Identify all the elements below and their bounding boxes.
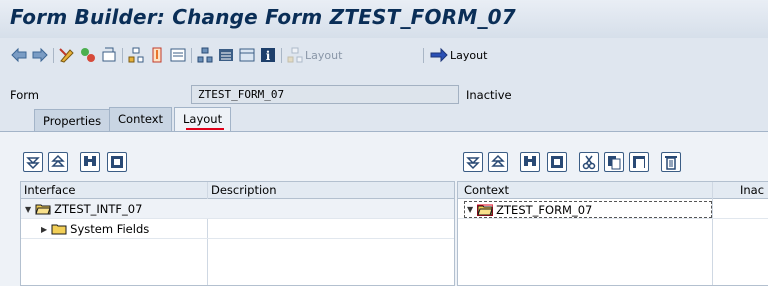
open-folder-icon (35, 204, 51, 215)
collapse-all-icon[interactable] (48, 152, 68, 172)
form-icon[interactable] (169, 46, 187, 64)
expand-all-icon[interactable] (463, 152, 483, 172)
column-header-interface[interactable]: Interface (24, 183, 76, 197)
display-change-icon[interactable] (58, 46, 76, 64)
paste-icon[interactable] (629, 152, 649, 172)
tree-row[interactable]: ▼ ZTEST_FORM_07 (458, 199, 768, 219)
form-row: Form ZTEST_FORM_07 Inactive (0, 83, 768, 105)
svg-text:i: i (266, 49, 271, 63)
find-icon[interactable] (80, 152, 100, 172)
context-tree-header: Context Inac (458, 182, 768, 199)
structure-icon[interactable] (196, 46, 214, 64)
application-toolbar: i Layout Layout (0, 38, 768, 72)
find-icon[interactable] (520, 152, 540, 172)
collapse-all-icon[interactable] (488, 152, 508, 172)
page-title: Form Builder: Change Form ZTEST_FORM_07 (10, 5, 516, 29)
interface-tree: Interface Description ▼ ZTEST_INTF_07 ▶ … (20, 181, 455, 286)
forward-arrow-icon[interactable] (31, 46, 49, 64)
tab-context[interactable]: Context (109, 107, 173, 131)
list-icon[interactable] (217, 46, 235, 64)
tree-node-label: System Fields (70, 222, 150, 236)
form-name-field[interactable]: ZTEST_FORM_07 (191, 85, 459, 104)
find-next-icon[interactable] (547, 152, 567, 172)
column-header-inactive[interactable]: Inac (740, 183, 764, 197)
layout-disabled-label: Layout (305, 48, 343, 62)
form-label: Form (10, 88, 39, 102)
copy-icon[interactable] (604, 152, 624, 172)
cut-icon[interactable] (579, 152, 599, 172)
check-icon[interactable] (79, 46, 97, 64)
tree-row[interactable]: ▶ System Fields (21, 219, 454, 239)
layout-button[interactable]: Layout (430, 46, 502, 64)
info-icon[interactable]: i (259, 46, 277, 64)
column-header-description[interactable]: Description (211, 183, 277, 197)
tree-row[interactable]: ▼ ZTEST_INTF_07 (21, 199, 454, 219)
tree-node-label: ZTEST_INTF_07 (54, 202, 143, 216)
interface-tree-header: Interface Description (21, 182, 454, 199)
tab-properties[interactable]: Properties (34, 109, 111, 131)
find-next-icon[interactable] (107, 152, 127, 172)
where-used-icon[interactable] (148, 46, 166, 64)
tree-node-system-fields[interactable]: ▶ System Fields (41, 222, 149, 236)
tree-node-label: ZTEST_FORM_07 (496, 202, 593, 217)
delete-icon[interactable] (661, 152, 681, 172)
context-tree: Context Inac ▼ ZTEST_FORM_07 (457, 181, 768, 286)
layout-button-label: Layout (450, 48, 488, 62)
tab-layout-highlight (186, 128, 224, 130)
back-arrow-icon[interactable] (10, 46, 28, 64)
table-icon[interactable] (238, 46, 256, 64)
activate-icon[interactable] (100, 46, 118, 64)
form-status: Inactive (466, 88, 512, 102)
column-header-context[interactable]: Context (464, 183, 509, 197)
tree-node-ztest-intf-07[interactable]: ▼ ZTEST_INTF_07 (25, 202, 142, 216)
open-folder-icon (477, 204, 494, 216)
expand-all-icon[interactable] (23, 152, 43, 172)
tab-strip: Properties Context Layout (0, 107, 768, 131)
title-bar: Form Builder: Change Form ZTEST_FORM_07 (0, 0, 768, 38)
collapsed-triangle-icon[interactable]: ▶ (41, 225, 47, 234)
folder-icon (51, 224, 67, 235)
layout-button-disabled: Layout (286, 46, 356, 64)
expanded-triangle-icon[interactable]: ▼ (467, 205, 473, 214)
tree-node-ztest-form-07[interactable]: ▼ ZTEST_FORM_07 (464, 201, 712, 218)
hierarchy-icon[interactable] (127, 46, 145, 64)
expanded-triangle-icon[interactable]: ▼ (25, 205, 31, 214)
